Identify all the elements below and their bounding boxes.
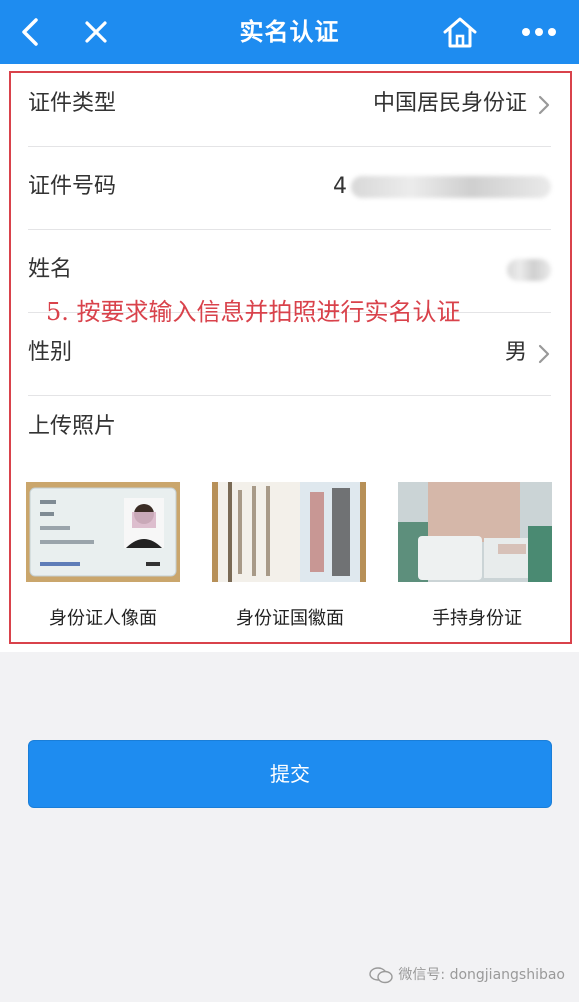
wechat-icon [369, 967, 394, 984]
more-icon[interactable] [518, 14, 560, 50]
id-type-label: 证件类型 [28, 91, 117, 116]
holding-id-caption: 手持身份证 [432, 608, 522, 629]
blurred-id-number [351, 176, 551, 198]
holding-id-image [398, 482, 552, 582]
id-type-value: 中国居民身份证 [372, 91, 527, 116]
blurred-name [507, 259, 551, 281]
gender-value: 男 [504, 340, 527, 365]
name-field[interactable] [507, 230, 551, 310]
wechat-watermark: 微信号: dongjiangshibao [368, 964, 565, 984]
id-front-caption: 身份证人像面 [49, 608, 157, 629]
red-annotation: 5. 按要求输入信息并拍照进行实名认证 [46, 298, 461, 326]
id-number-value: 4 [333, 174, 347, 199]
id-number-field[interactable]: 4 [333, 147, 551, 227]
nav-bar: 实名认证 [0, 0, 579, 64]
id-number-row[interactable]: 证件号码 4 [28, 147, 551, 230]
id-back-image [212, 482, 366, 582]
chevron-right-icon [538, 344, 550, 364]
id-front-photo[interactable] [26, 482, 180, 582]
holding-id-photo[interactable] [398, 482, 552, 582]
upload-photos-label: 上传照片 [28, 414, 117, 439]
id-back-caption: 身份证国徽面 [236, 608, 344, 629]
id-number-label: 证件号码 [28, 174, 117, 199]
id-back-photo[interactable] [212, 482, 366, 582]
id-type-row[interactable]: 证件类型 中国居民身份证 [28, 64, 551, 147]
page-title: 实名认证 [239, 18, 340, 46]
id-front-image [26, 482, 180, 582]
home-icon[interactable] [440, 14, 480, 50]
watermark-text: 微信号: dongjiangshibao [398, 967, 565, 983]
submit-button[interactable]: 提交 [28, 740, 552, 808]
chevron-right-icon [538, 95, 550, 115]
